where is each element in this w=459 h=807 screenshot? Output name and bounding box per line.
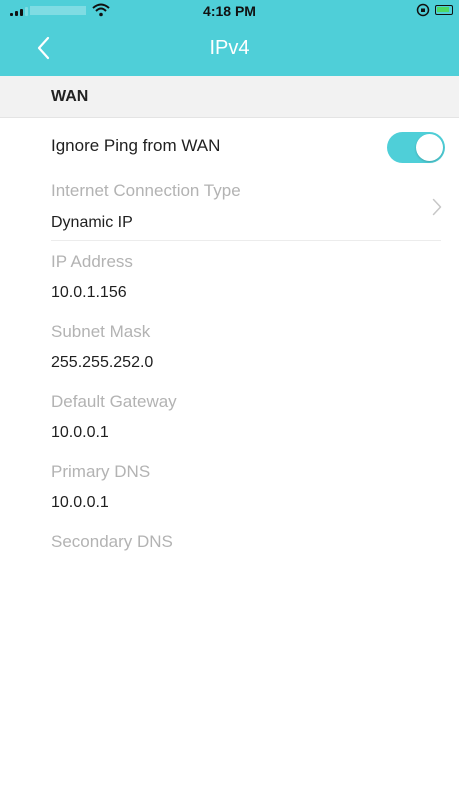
section-header: WAN: [0, 76, 459, 118]
subnet-mask-value: 255.255.252.0: [51, 354, 154, 371]
subnet-mask-label: Subnet Mask: [51, 322, 151, 341]
divider: [51, 240, 441, 241]
chevron-right-icon: [432, 198, 442, 216]
ignore-ping-toggle[interactable]: [387, 132, 445, 163]
primary-dns-value: 10.0.0.1: [51, 494, 109, 511]
status-bar: 4:18 PM: [0, 0, 459, 20]
battery-charging-icon: [435, 5, 453, 15]
ip-address-value: 10.0.1.156: [51, 284, 127, 301]
navigation-bar: IPv4: [0, 20, 459, 76]
toggle-knob: [416, 134, 443, 161]
page-title: IPv4: [209, 37, 250, 59]
status-time: 4:18 PM: [203, 3, 256, 19]
rotation-lock-icon: [416, 3, 430, 17]
ignore-ping-label: Ignore Ping from WAN: [51, 136, 221, 155]
connection-type-label: Internet Connection Type: [51, 181, 241, 200]
ip-address-label: IP Address: [51, 252, 133, 271]
primary-dns-label: Primary DNS: [51, 462, 151, 481]
secondary-dns-label: Secondary DNS: [51, 532, 173, 551]
default-gateway-label: Default Gateway: [51, 392, 177, 411]
ignore-ping-row: Ignore Ping from WAN: [0, 120, 459, 174]
internet-connection-type-row[interactable]: Internet Connection Type Dynamic IP: [0, 176, 459, 240]
default-gateway-value: 10.0.0.1: [51, 424, 109, 441]
connection-type-value: Dynamic IP: [51, 214, 133, 231]
section-title: WAN: [51, 88, 89, 105]
